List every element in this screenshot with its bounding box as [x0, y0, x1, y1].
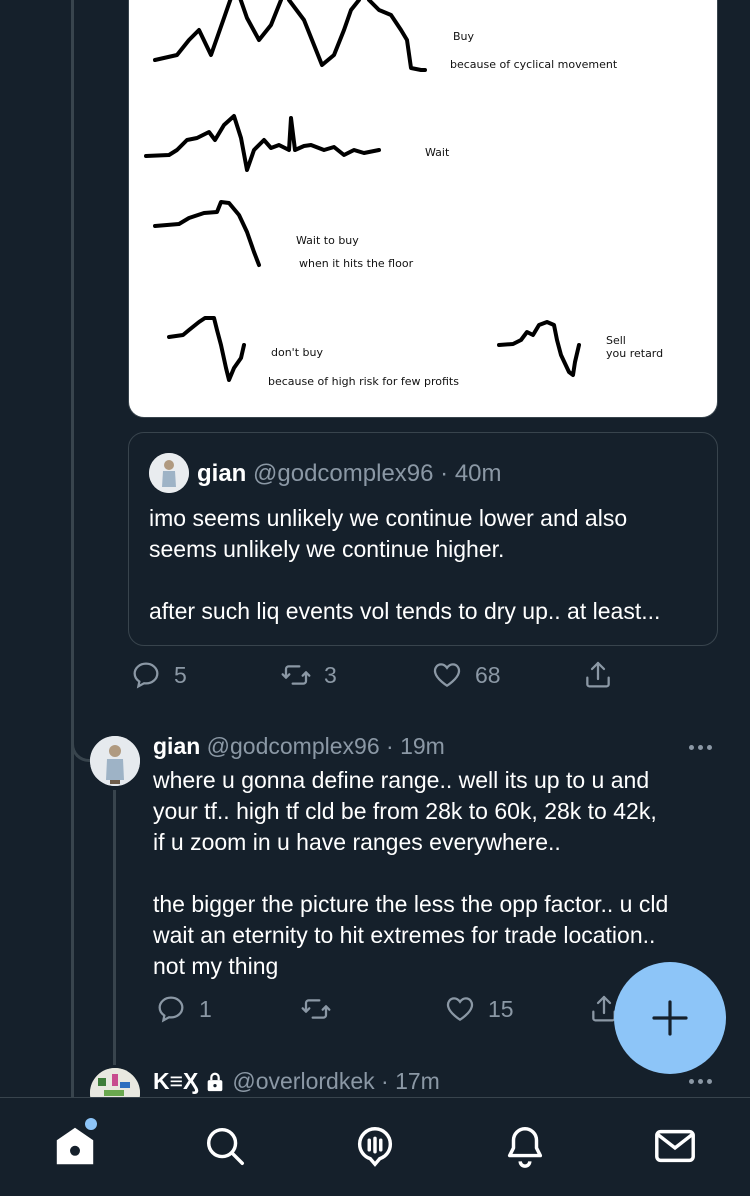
more-icon[interactable] — [684, 735, 716, 759]
reply-icon — [133, 662, 159, 689]
doodle-buy — [153, 0, 427, 72]
text-line: the bigger the picture the less the opp … — [153, 891, 669, 917]
quoted-tweet[interactable]: gian @godcomplex96 · 40m imo seems unlik… — [128, 432, 718, 646]
author-handle[interactable]: @overlordkek — [232, 1068, 374, 1094]
text-line: your tf.. high tf cld be from 28k to 60k… — [153, 798, 657, 824]
nav-notifications[interactable] — [502, 1123, 548, 1169]
search-icon — [206, 1127, 244, 1165]
label-dont-buy-reason: because of high risk for few profits — [268, 375, 459, 388]
nav-search[interactable] — [202, 1123, 248, 1169]
tweet-image[interactable]: Buy because of cyclical movement Wait Wa… — [128, 0, 718, 418]
tweet-header: K≡Ӽ @overlordkek · 17m — [153, 1068, 440, 1095]
thread-line — [71, 0, 74, 1100]
tweet-header: gian @godcomplex96 · 19m — [153, 733, 445, 760]
author-name[interactable]: gian — [153, 733, 200, 759]
nav-spaces[interactable] — [352, 1123, 398, 1169]
avatar[interactable] — [90, 736, 140, 786]
text-line: if u zoom in u have ranges everywhere.. — [153, 829, 561, 855]
heart-icon — [446, 997, 474, 1021]
bottom-nav — [0, 1097, 750, 1196]
label-wait: Wait — [425, 146, 450, 159]
label-buy-reason: because of cyclical movement — [450, 58, 618, 71]
label-sell: Sell — [606, 334, 626, 347]
retweet-icon — [281, 665, 311, 685]
author-name[interactable]: gian — [197, 460, 246, 487]
separator: · — [379, 733, 401, 759]
like-button[interactable]: 68 — [431, 659, 501, 691]
notification-dot — [85, 1118, 97, 1130]
retweet-count: 3 — [324, 661, 337, 688]
author-handle[interactable]: @godcomplex96 — [253, 460, 433, 487]
avatar[interactable] — [149, 453, 189, 493]
nav-messages[interactable] — [652, 1123, 698, 1169]
bell-icon — [507, 1127, 543, 1168]
heart-icon — [433, 663, 461, 687]
label-buy: Buy — [453, 30, 475, 43]
reply-button[interactable]: 5 — [130, 659, 187, 691]
retweet-icon — [301, 999, 331, 1019]
label-wait-to-buy-reason: when it hits the floor — [299, 257, 414, 270]
plus-icon — [652, 1000, 688, 1036]
text-line: imo seems unlikely we continue lower and… — [149, 505, 628, 531]
retweet-button[interactable] — [300, 993, 344, 1025]
separator: · — [374, 1068, 396, 1094]
author-handle[interactable]: @godcomplex96 — [207, 733, 380, 759]
label-wait-to-buy: Wait to buy — [296, 234, 359, 247]
timestamp[interactable]: 40m — [455, 460, 502, 487]
separator: · — [433, 460, 455, 487]
text-line: where u gonna define range.. well its up… — [153, 767, 650, 793]
text-line: wait an eternity to hit extremes for tra… — [153, 922, 656, 948]
reply-button[interactable]: 1 — [155, 993, 212, 1025]
share-button[interactable] — [582, 659, 614, 691]
reply-count: 5 — [174, 661, 187, 688]
like-count: 68 — [475, 661, 501, 688]
doodle-wait — [144, 114, 381, 172]
reply-count: 1 — [199, 995, 212, 1022]
text-line: after such liq events vol tends to dry u… — [149, 598, 661, 624]
timestamp[interactable]: 19m — [400, 733, 445, 759]
more-icon[interactable] — [684, 1069, 716, 1093]
quote-header: gian @godcomplex96 · 40m — [197, 460, 502, 488]
label-sell-reason: you retard — [606, 347, 664, 360]
reply-icon — [158, 996, 184, 1023]
like-count: 15 — [488, 995, 514, 1022]
spaces-icon — [357, 1127, 393, 1167]
doodle-dont-buy — [167, 316, 246, 382]
timestamp[interactable]: 17m — [395, 1068, 440, 1094]
text-line: seems unlikely we continue higher. — [149, 536, 505, 562]
like-button[interactable]: 15 — [444, 993, 514, 1025]
share-icon — [586, 661, 610, 688]
retweet-button[interactable]: 3 — [280, 659, 337, 691]
reply-thread-line — [113, 790, 116, 1065]
tweet-text: where u gonna define range.. well its up… — [153, 765, 723, 982]
quote-text: imo seems unlikely we continue lower and… — [149, 503, 699, 627]
compose-button[interactable] — [614, 962, 726, 1074]
mail-icon — [655, 1129, 695, 1163]
doodle-sell — [497, 320, 581, 377]
doodle-wait-to-buy — [153, 200, 261, 267]
label-dont-buy: don't buy — [271, 346, 323, 359]
lock-icon — [208, 1072, 223, 1091]
author-name[interactable]: K≡Ӽ — [153, 1068, 198, 1095]
